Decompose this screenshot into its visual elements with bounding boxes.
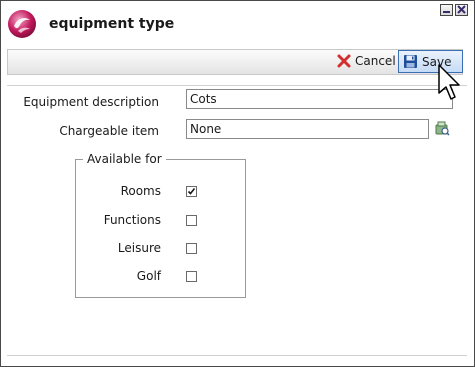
window-title: equipment type xyxy=(49,16,175,32)
cancel-button[interactable]: Cancel xyxy=(333,50,400,72)
bottom-divider xyxy=(7,355,467,356)
equipment-type-dialog: equipment type Cancel Save Equipment des… xyxy=(0,0,475,367)
available-for-title: Available for xyxy=(83,152,166,166)
title-bar[interactable]: equipment type xyxy=(1,1,474,45)
minimize-icon xyxy=(443,11,450,13)
equipment-description-label: Equipment description xyxy=(23,95,159,109)
functions-checkbox[interactable] xyxy=(186,215,197,226)
leisure-checkbox[interactable] xyxy=(186,243,197,254)
checkmark-icon xyxy=(187,188,196,195)
functions-label: Functions xyxy=(103,213,161,227)
close-icon xyxy=(457,5,466,14)
mouse-pointer-icon xyxy=(438,64,460,100)
golf-label: Golf xyxy=(136,269,161,283)
golf-checkbox[interactable] xyxy=(186,271,197,282)
rooms-label: Rooms xyxy=(120,184,161,198)
rooms-checkbox[interactable] xyxy=(186,186,197,197)
app-logo-icon xyxy=(8,10,36,38)
floppy-disk-icon xyxy=(404,55,417,68)
equipment-description-input[interactable] xyxy=(186,89,453,109)
minimize-button[interactable] xyxy=(440,4,453,16)
lookup-icon[interactable] xyxy=(434,120,450,136)
toolbar: Cancel Save xyxy=(7,49,463,75)
red-x-icon xyxy=(337,54,351,68)
close-button[interactable] xyxy=(455,4,468,16)
toolbar-divider xyxy=(7,85,467,86)
leisure-label: Leisure xyxy=(117,241,161,255)
cancel-label: Cancel xyxy=(355,54,396,68)
chargeable-item-input[interactable] xyxy=(186,119,429,139)
chargeable-item-label: Chargeable item xyxy=(59,124,159,138)
